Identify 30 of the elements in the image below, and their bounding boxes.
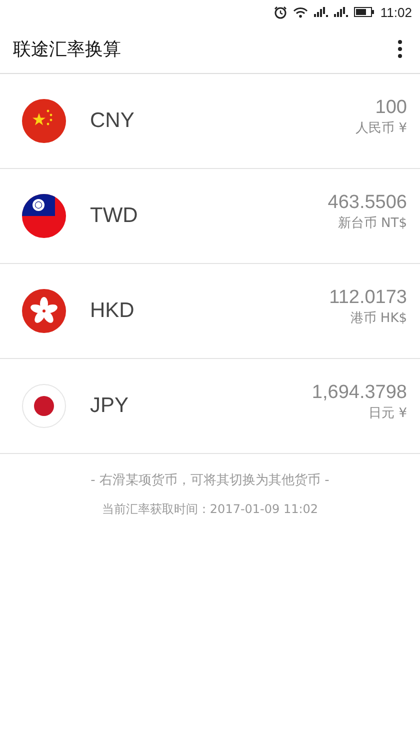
flag-icon [22, 384, 66, 428]
currency-code: JPY [90, 394, 130, 418]
currency-amount: 463.5506 [328, 192, 407, 214]
currency-row[interactable]: TWD 463.5506 新台币 NT$ [0, 169, 420, 264]
currency-name: 新台币 NT$ [338, 215, 407, 232]
currency-row[interactable]: JPY 1,694.3798 日元 ¥ [0, 359, 420, 454]
flag-icon [22, 99, 66, 143]
currency-row[interactable]: HKD 112.0173 港币 HK$ [0, 264, 420, 359]
currency-name: 日元 ¥ [368, 405, 407, 422]
swipe-hint: - 右滑某项货币，可将其切换为其他货币 - [90, 472, 330, 489]
wifi-icon [293, 6, 308, 18]
more-vertical-icon [398, 40, 402, 58]
currency-row[interactable]: CNY 100 人民币 ¥ [0, 74, 420, 169]
app-title: 联途汇率换算 [13, 38, 121, 60]
currency-name: 港币 HK$ [350, 310, 407, 327]
battery-icon [354, 7, 374, 17]
flag-icon [22, 194, 66, 238]
update-time: 当前汇率获取时间：2017-01-09 11:02 [102, 501, 318, 518]
currency-name: 人民币 ¥ [356, 120, 407, 137]
currency-code: TWD [90, 204, 139, 228]
signal-icon [334, 7, 348, 17]
clock-time: 11:02 [380, 4, 412, 20]
flag-icon [22, 289, 66, 333]
alarm-icon [274, 6, 288, 18]
currency-amount: 100 [375, 97, 407, 119]
currency-code: HKD [90, 299, 136, 323]
currency-amount: 1,694.3798 [312, 382, 407, 404]
currency-amount: 112.0173 [329, 287, 407, 309]
currency-code: CNY [90, 109, 136, 133]
signal-icon [314, 7, 328, 17]
